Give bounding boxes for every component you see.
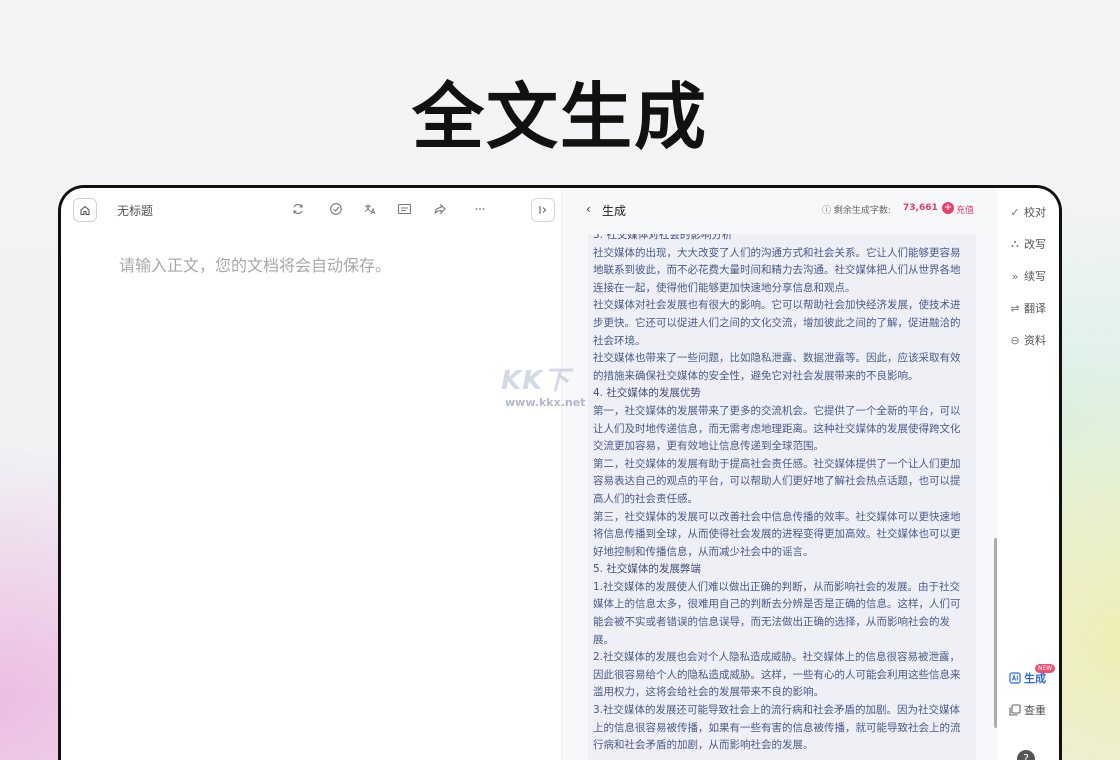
hero-title: 全文生成: [0, 58, 1120, 163]
rail-item-rewrite[interactable]: ⛬ 改写: [1009, 236, 1046, 252]
app-screen: 无标题: [61, 188, 1059, 760]
panel-toggle-button[interactable]: [531, 198, 555, 222]
plus-icon[interactable]: +: [942, 202, 954, 214]
generated-text: 3. 社交媒体对社会的影响分析社交媒体的出现，大大改变了人们的沟通方式和社会关系…: [593, 234, 967, 755]
generation-title: 生成: [602, 202, 626, 219]
paragraph: 2.社交媒体的发展也会对个人隐私造成威胁。社交媒体上的信息很容易被泄露，因此很容…: [593, 649, 967, 702]
copy-check-icon: [1009, 704, 1021, 716]
home-button[interactable]: [73, 198, 97, 222]
home-icon: [79, 204, 91, 216]
rail-item-label: 续写: [1024, 268, 1046, 284]
paragraph: 第三，社交媒体的发展可以改善社会中信息传播的效率。社交媒体可以更快速地将信息传播…: [593, 509, 967, 562]
paragraph: 1.社交媒体的发展使人们难以做出正确的判断，从而影响社会的发展。由于社交媒体上的…: [593, 579, 967, 649]
back-button[interactable]: ‹: [586, 202, 591, 216]
sidebar-toggle-icon: [537, 204, 549, 216]
document-icon[interactable]: [395, 200, 413, 218]
swap-icon: ⇌: [1009, 302, 1021, 315]
paragraph: 社交媒体对社会发展也有很大的影响。它可以帮助社会加快经济发展，使技术进步更快。它…: [593, 297, 967, 350]
generated-content[interactable]: 3. 社交媒体对社会的影响分析社交媒体的出现，大大改变了人们的沟通方式和社会关系…: [588, 234, 976, 760]
rail-item-resources[interactable]: ⊖ 资料: [1009, 332, 1046, 348]
section-heading: 5. 社交媒体的发展弊端: [593, 561, 967, 579]
ai-generate-icon: [1009, 672, 1021, 684]
rail-item-continue[interactable]: » 续写: [1009, 268, 1046, 284]
help-button[interactable]: ?: [1017, 750, 1035, 760]
tool-rail: ✓ 校对 ⛬ 改写 » 续写 ⇌ 翻译 ⊖ 资料 生成: [997, 188, 1059, 760]
rewrite-icon: ⛬: [1009, 237, 1021, 251]
generation-header: ‹ 生成 ⓘ 剩余生成字数: 73,661 + 充值: [562, 188, 998, 232]
section-heading: 4. 社交媒体的发展优势: [593, 385, 967, 403]
watermark-logo: KK下: [501, 360, 570, 397]
translate-icon[interactable]: [361, 200, 379, 218]
editor-pane: 无标题: [61, 188, 561, 760]
new-badge: NEW: [1035, 664, 1055, 673]
rail-item-plagiarism-check[interactable]: 查重: [1009, 702, 1046, 718]
more-icon[interactable]: [471, 200, 489, 218]
paragraph: 社交媒体的出现，大大改变了人们的沟通方式和社会关系。它让人们能够更容易地联系到彼…: [593, 245, 967, 298]
generation-panel: ‹ 生成 ⓘ 剩余生成字数: 73,661 + 充值 3. 社交媒体对社会的影响…: [561, 188, 997, 760]
rail-item-label: 查重: [1024, 702, 1046, 718]
remaining-words-count: 73,661: [903, 203, 938, 213]
paragraph: 第一，社交媒体的发展带来了更多的交流机会。它提供了一个全新的平台，可以让人们及时…: [593, 403, 967, 456]
editor-placeholder[interactable]: 请输入正文，您的文档将会自动保存。: [119, 252, 391, 276]
recharge-button[interactable]: 充值: [956, 203, 974, 216]
rail-item-label: 改写: [1024, 236, 1046, 252]
document-title[interactable]: 无标题: [117, 202, 153, 219]
rail-item-proofread[interactable]: ✓ 校对: [1009, 204, 1046, 220]
check-icon: ✓: [1009, 206, 1021, 219]
paragraph: 第二，社交媒体的发展有助于提高社会责任感。社交媒体提供了一个让人们更加容易表达自…: [593, 456, 967, 509]
rail-item-label: 资料: [1024, 332, 1046, 348]
paragraph: 社交媒体也带来了一些问题，比如隐私泄露、数据泄露等。因此，应该采取有效的措施来确…: [593, 350, 967, 385]
watermark-url: www.kkx.net: [505, 396, 585, 409]
remaining-words-label: ⓘ 剩余生成字数:: [822, 203, 891, 216]
refresh-icon[interactable]: [289, 200, 307, 218]
check-circle-icon[interactable]: [327, 200, 345, 218]
chevrons-right-icon: »: [1009, 270, 1021, 283]
rail-item-translate[interactable]: ⇌ 翻译: [1009, 300, 1046, 316]
rail-item-label: 校对: [1024, 204, 1046, 220]
share-icon[interactable]: [431, 200, 449, 218]
section-heading: 3. 社交媒体对社会的影响分析: [593, 234, 967, 245]
rail-item-label: 翻译: [1024, 300, 1046, 316]
device-frame: 无标题: [58, 185, 1062, 760]
paragraph: 3.社交媒体的发展还可能导致社会上的流行病和社会矛盾的加剧。因为社交媒体上的信息…: [593, 702, 967, 755]
watermark: KK下 www.kkx.net: [501, 360, 621, 420]
editor-toolbar: 无标题: [61, 188, 561, 232]
folder-icon: ⊖: [1009, 334, 1021, 347]
